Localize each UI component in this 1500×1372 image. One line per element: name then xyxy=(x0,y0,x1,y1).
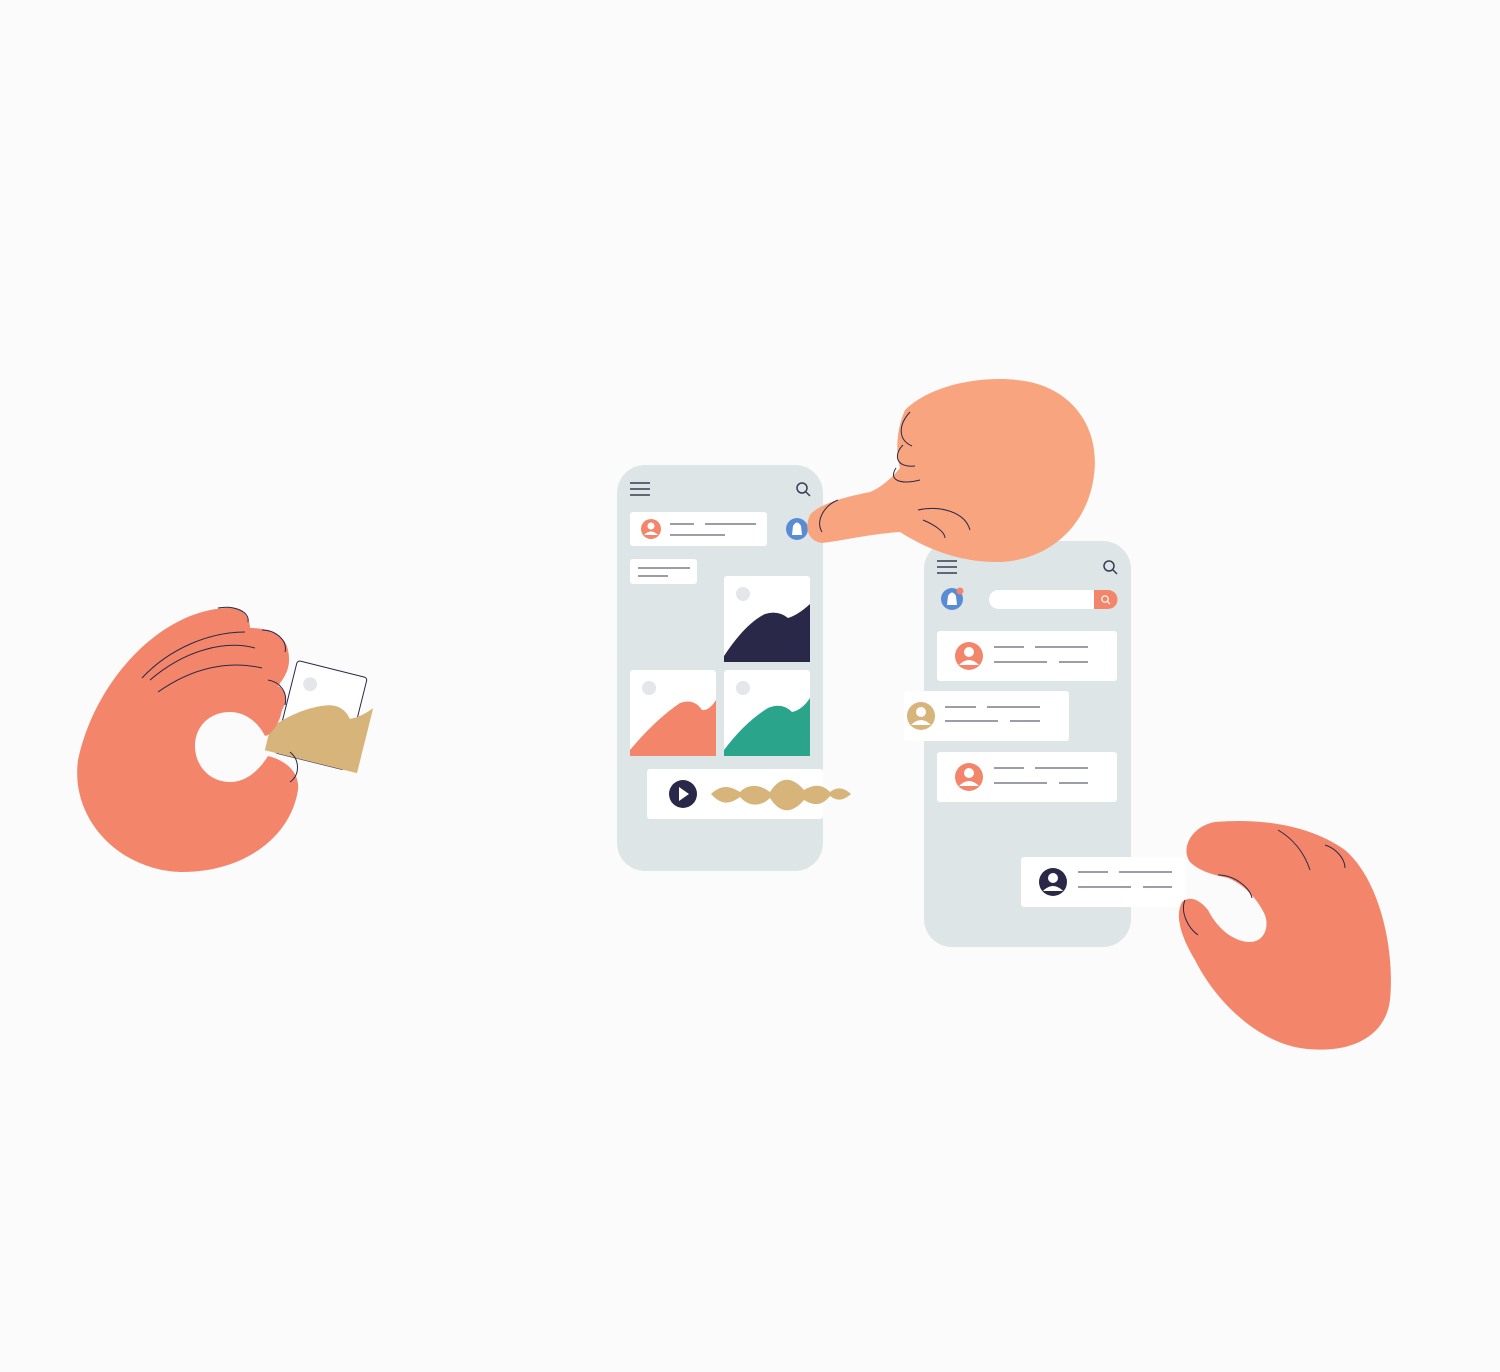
navy-user-icon xyxy=(1039,868,1067,896)
gold-user-icon xyxy=(907,702,935,730)
list-item[interactable] xyxy=(937,752,1117,802)
left-hand-holding-image xyxy=(77,606,374,873)
coral-user-icon xyxy=(955,763,983,791)
text-chip xyxy=(630,559,697,584)
search-button[interactable] xyxy=(1094,590,1118,609)
bell-icon[interactable] xyxy=(786,518,808,540)
profile-card[interactable] xyxy=(630,512,767,546)
image-tile-navy[interactable] xyxy=(724,576,810,662)
held-list-item[interactable] xyxy=(1021,857,1186,907)
coral-user-icon xyxy=(955,642,983,670)
image-tile-coral[interactable] xyxy=(630,670,716,756)
image-tile-teal[interactable] xyxy=(724,670,810,756)
list-item[interactable] xyxy=(937,631,1117,681)
floating-list-item[interactable] xyxy=(904,691,1069,741)
phone-left xyxy=(617,465,823,871)
user-avatar-icon xyxy=(641,519,661,539)
pointing-hand xyxy=(807,379,1095,563)
play-icon[interactable] xyxy=(669,780,697,808)
right-hand-holding-card xyxy=(1178,820,1391,1050)
search-bar[interactable] xyxy=(989,590,1118,609)
illustration-scene xyxy=(77,379,1391,1050)
